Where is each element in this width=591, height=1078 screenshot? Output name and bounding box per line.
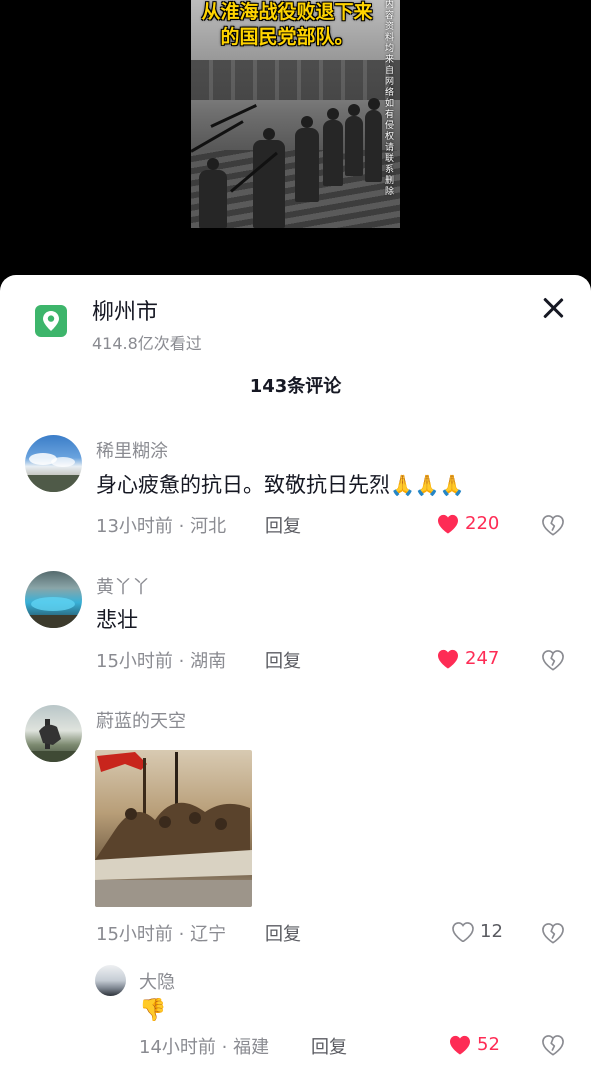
- avatar[interactable]: [25, 435, 82, 492]
- comment-text: 悲壮: [96, 608, 138, 632]
- reply-item: 大隐 👎 14小时前 · 福建 回复 52: [0, 965, 591, 1075]
- broken-heart-icon[interactable]: [542, 1035, 564, 1057]
- avatar[interactable]: [95, 965, 126, 996]
- reply-meta: 14小时前 · 福建: [139, 1037, 270, 1058]
- reply-username[interactable]: 大隐: [139, 968, 175, 994]
- comment-meta: 13小时前 · 河北: [96, 516, 227, 537]
- video-caption: 从淮海战役败退下来的国民党部队。: [201, 1, 373, 48]
- video-thumbnail[interactable]: 从淮海战役败退下来的国民党部队。 内容资料均来自网络如有侵权请联系删除: [191, 0, 400, 228]
- like-button[interactable]: 52: [449, 1034, 500, 1055]
- soldier-figure: [323, 108, 343, 186]
- video-player[interactable]: 从淮海战役败退下来的国民党部队。 内容资料均来自网络如有侵权请联系删除: [0, 0, 591, 290]
- map-pin-icon: [43, 311, 59, 331]
- comment-username[interactable]: 蔚蓝的天空: [96, 707, 186, 733]
- close-icon[interactable]: [541, 296, 565, 320]
- soldier-figure: [199, 158, 227, 228]
- location-icon[interactable]: [35, 305, 67, 337]
- avatar-statue-graphic: [25, 719, 82, 762]
- reply-button[interactable]: 回复: [265, 920, 301, 946]
- heart-outline-icon: [452, 921, 474, 942]
- soldier-figure: [253, 128, 285, 228]
- comment-item: 稀里糊涂 身心疲惫的抗日。致敬抗日先烈🙏🙏🙏 13小时前 · 河北 回复 220: [0, 435, 591, 545]
- comment-username[interactable]: 黄丫丫: [96, 573, 150, 599]
- broken-heart-icon[interactable]: [542, 923, 564, 945]
- comment-image[interactable]: [95, 750, 252, 907]
- reply-button[interactable]: 回复: [311, 1033, 347, 1059]
- pray-emoji: 🙏🙏🙏: [390, 473, 465, 497]
- train-cars-graphic: [191, 60, 400, 100]
- like-button[interactable]: 247: [437, 648, 499, 669]
- comment-text: 身心疲惫的抗日。致敬抗日先烈🙏🙏🙏: [96, 469, 465, 499]
- location-view-count: 414.8亿次看过: [92, 334, 202, 353]
- painting-graphic: [95, 752, 252, 907]
- soldier-figure: [295, 116, 319, 202]
- comment-meta: 15小时前 · 辽宁: [96, 924, 227, 945]
- like-count: 220: [465, 513, 500, 534]
- broken-heart-icon[interactable]: [542, 650, 564, 672]
- location-name[interactable]: 柳州市: [92, 294, 158, 326]
- heart-filled-icon: [438, 649, 458, 669]
- reply-button[interactable]: 回复: [265, 512, 301, 538]
- like-button[interactable]: 220: [437, 513, 499, 534]
- avatar[interactable]: [25, 705, 82, 762]
- heart-filled-icon: [438, 514, 458, 534]
- comment-username[interactable]: 稀里糊涂: [96, 437, 168, 463]
- avatar-landscape-graphic: [25, 453, 82, 492]
- like-count: 52: [477, 1034, 500, 1055]
- broken-heart-icon[interactable]: [542, 515, 564, 537]
- comment-item: 黄丫丫 悲壮 15小时前 · 湖南 回复 247: [0, 571, 591, 681]
- comment-sheet: 柳州市 414.8亿次看过 143条评论 稀里糊涂 身心疲惫的抗日。致敬抗日先烈…: [0, 275, 591, 1078]
- soldier-figure: [365, 98, 382, 182]
- comment-item: 蔚蓝的天空 15小时前 · 辽宁 回复 12: [0, 705, 591, 965]
- like-count: 12: [480, 921, 503, 942]
- like-count: 247: [465, 648, 500, 669]
- avatar-lake-graphic: [25, 597, 82, 628]
- like-button[interactable]: 12: [452, 921, 503, 942]
- comment-count-title: 143条评论: [249, 376, 342, 397]
- comment-text-body: 身心疲惫的抗日。致敬抗日先烈: [96, 473, 390, 497]
- heart-filled-icon: [450, 1035, 470, 1055]
- video-disclaimer: 内容资料均来自网络如有侵权请联系删除: [385, 0, 395, 197]
- soldier-figure: [345, 104, 363, 176]
- thumbs-down-emoji: 👎: [139, 998, 167, 1023]
- avatar[interactable]: [25, 571, 82, 628]
- comment-meta: 15小时前 · 湖南: [96, 651, 227, 672]
- reply-button[interactable]: 回复: [265, 647, 301, 673]
